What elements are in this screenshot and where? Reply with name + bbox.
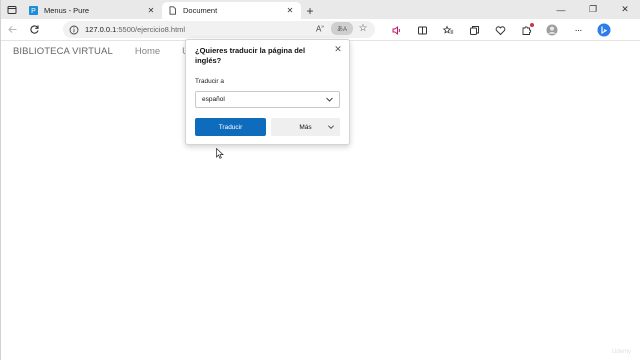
- translate-button[interactable]: Traducir: [195, 118, 266, 136]
- back-arrow-icon: [7, 26, 16, 33]
- notification-dot-icon: [530, 23, 534, 27]
- avatar: [546, 24, 558, 36]
- translate-popup: ¿Quieres traducir la página del inglés? …: [185, 39, 350, 145]
- translate-popup-title: ¿Quieres traducir la página del inglés?: [195, 46, 306, 65]
- heart-pulse-icon: [495, 25, 505, 35]
- close-icon[interactable]: ✕: [333, 44, 343, 54]
- site-info-icon[interactable]: [69, 25, 79, 35]
- tab-title: Menus - Pure: [44, 6, 90, 15]
- browser-essentials-button[interactable]: [487, 20, 513, 40]
- favorites-button[interactable]: [435, 20, 461, 40]
- copilot-button[interactable]: [591, 20, 617, 40]
- speaker-icon: [392, 25, 400, 35]
- toolbar-extensions: ···: [383, 20, 617, 40]
- pure-favicon-icon: P: [29, 6, 38, 15]
- site-brand[interactable]: BIBLIOTECA VIRTUAL: [13, 46, 113, 57]
- selected-language: español: [202, 96, 225, 103]
- split-screen-button[interactable]: [409, 20, 435, 40]
- tab-actions-icon: [7, 5, 17, 14]
- window-controls: — ❐ ✕: [545, 0, 640, 19]
- profile-button[interactable]: [539, 20, 565, 40]
- site-nav: BIBLIOTECA VIRTUAL Home U: [13, 46, 211, 57]
- extension-pink-button[interactable]: [383, 20, 409, 40]
- chevron-down-icon: [328, 125, 334, 129]
- tab-close-icon[interactable]: ✕: [285, 6, 295, 16]
- back-button[interactable]: [1, 20, 23, 40]
- chevron-down-icon: [326, 97, 333, 102]
- tab-actions-button[interactable]: [1, 0, 23, 19]
- read-aloud-icon[interactable]: A»: [313, 24, 327, 34]
- favorite-star-icon[interactable]: ☆: [357, 23, 369, 34]
- address-bar-actions: A» あA ☆: [313, 22, 369, 35]
- more-dots-icon: ···: [574, 24, 583, 36]
- nav-link-home[interactable]: Home: [135, 46, 160, 57]
- tab-menus-pure[interactable]: P Menus - Pure ✕: [23, 2, 162, 19]
- maximize-button[interactable]: ❐: [577, 0, 609, 19]
- mouse-cursor-icon: [216, 148, 224, 159]
- document-favicon-icon: [168, 6, 177, 15]
- browser-window: P Menus - Pure ✕ Document ✕ + — ❐ ✕ 127.…: [0, 0, 640, 360]
- target-language-label: Traducir a: [195, 78, 225, 85]
- svg-text:P: P: [31, 8, 36, 15]
- address-bar[interactable]: 127.0.0.1:5500/ejercicio8.html A» あA ☆: [63, 21, 375, 38]
- tab-title: Document: [183, 6, 218, 15]
- url-path: :5500/ejercicio8.html: [116, 25, 186, 34]
- reload-icon: [29, 25, 39, 34]
- favorites-list-icon: [442, 24, 453, 34]
- extensions-button[interactable]: [513, 20, 539, 40]
- url-host: 127.0.0.1: [85, 25, 117, 34]
- more-button-label: Más: [299, 123, 312, 131]
- minimize-button[interactable]: —: [545, 0, 577, 19]
- tab-document[interactable]: Document ✕: [162, 2, 301, 19]
- browser-toolbar: 127.0.0.1:5500/ejercicio8.html A» あA ☆ ·…: [1, 19, 640, 41]
- new-tab-button[interactable]: +: [301, 2, 319, 19]
- tab-strip: P Menus - Pure ✕ Document ✕ + — ❐ ✕: [1, 0, 640, 19]
- collections-icon: [469, 25, 479, 35]
- reload-button[interactable]: [23, 20, 45, 40]
- bing-copilot-icon: [597, 23, 611, 37]
- url-text[interactable]: 127.0.0.1:5500/ejercicio8.html: [85, 25, 185, 34]
- udemy-watermark: Udemy: [611, 349, 631, 355]
- translate-icon[interactable]: あA: [331, 22, 353, 35]
- collections-button[interactable]: [461, 20, 487, 40]
- settings-menu-button[interactable]: ···: [565, 20, 591, 40]
- tab-close-icon[interactable]: ✕: [146, 6, 156, 16]
- plus-icon: +: [306, 3, 314, 18]
- more-button[interactable]: Más: [271, 118, 340, 136]
- close-window-button[interactable]: ✕: [609, 0, 640, 19]
- split-screen-icon: [417, 26, 427, 34]
- target-language-select[interactable]: español: [195, 91, 340, 108]
